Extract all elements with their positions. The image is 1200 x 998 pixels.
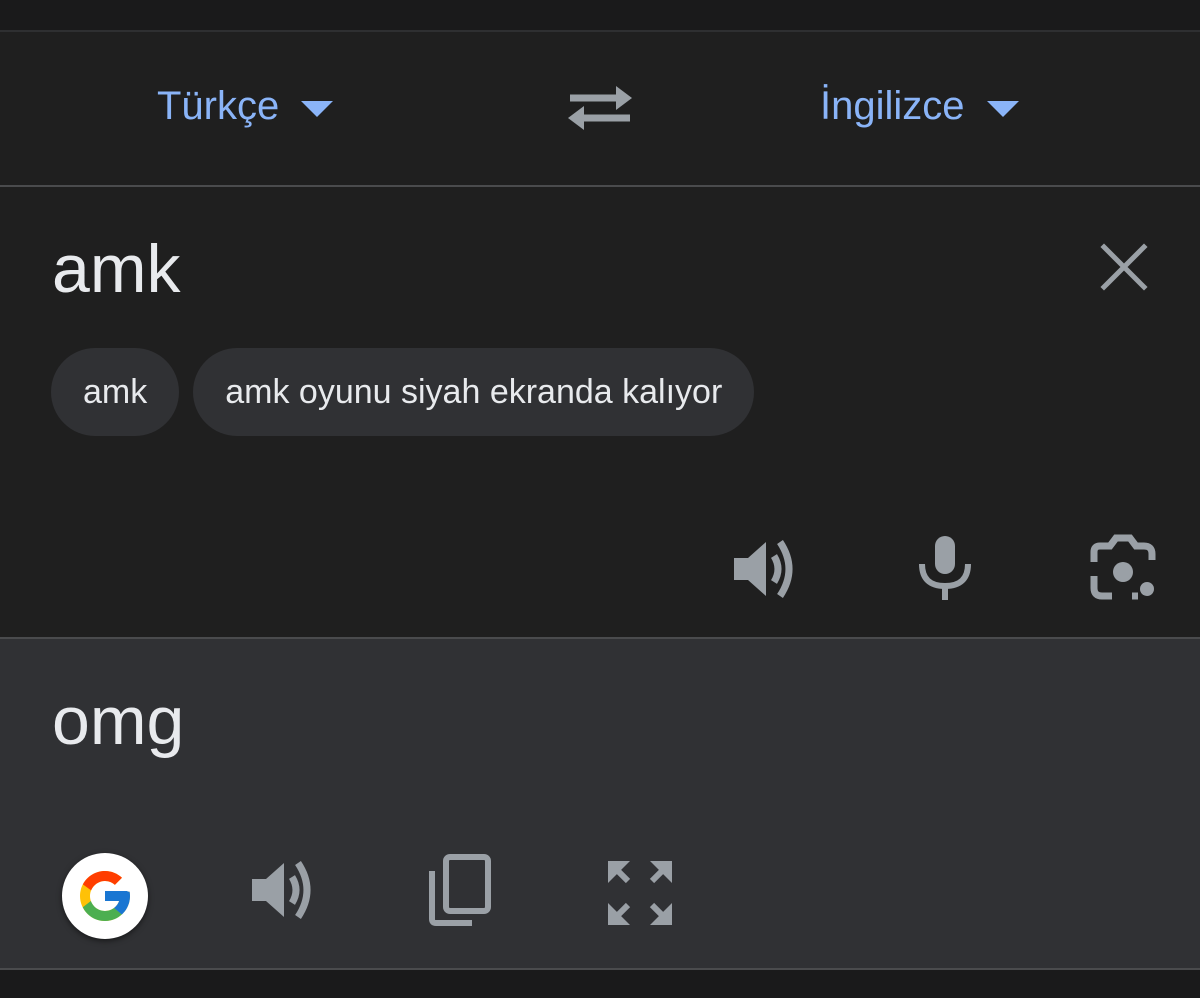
close-icon[interactable] <box>1098 241 1150 293</box>
source-language-selector[interactable]: Türkçe <box>157 82 334 130</box>
camera-lens-icon[interactable] <box>1086 532 1160 606</box>
fullscreen-icon[interactable] <box>604 857 676 929</box>
translate-screen: Türkçe İngilizce amk amk amk oyunu siyah… <box>0 0 1200 998</box>
translation-output-panel: omg <box>0 639 1200 970</box>
target-language-label: İngilizce <box>820 84 965 128</box>
google-logo-icon <box>80 871 130 921</box>
top-strip <box>0 0 1200 32</box>
source-text-input[interactable]: amk <box>52 229 180 309</box>
caret-down-icon <box>986 101 1019 117</box>
target-language-selector[interactable]: İngilizce <box>820 82 1019 130</box>
google-logo-button[interactable] <box>62 853 148 939</box>
speaker-icon[interactable] <box>728 532 802 606</box>
caret-down-icon <box>301 101 334 117</box>
suggestion-chip[interactable]: amk <box>51 348 180 436</box>
bottom-strip <box>0 970 1200 998</box>
swap-arrows-icon[interactable] <box>566 82 634 134</box>
speaker-icon[interactable] <box>246 853 320 927</box>
source-input-panel: amk amk amk oyunu siyah ekranda kalıyor <box>0 187 1200 639</box>
copy-icon[interactable] <box>424 853 494 927</box>
source-language-label: Türkçe <box>157 84 280 128</box>
suggestion-chips: amk amk oyunu siyah ekranda kalıyor <box>51 348 755 436</box>
language-bar: Türkçe İngilizce <box>0 32 1200 187</box>
translated-text: omg <box>52 683 185 759</box>
suggestion-chip[interactable]: amk oyunu siyah ekranda kalıyor <box>193 348 755 436</box>
microphone-icon[interactable] <box>910 532 980 602</box>
